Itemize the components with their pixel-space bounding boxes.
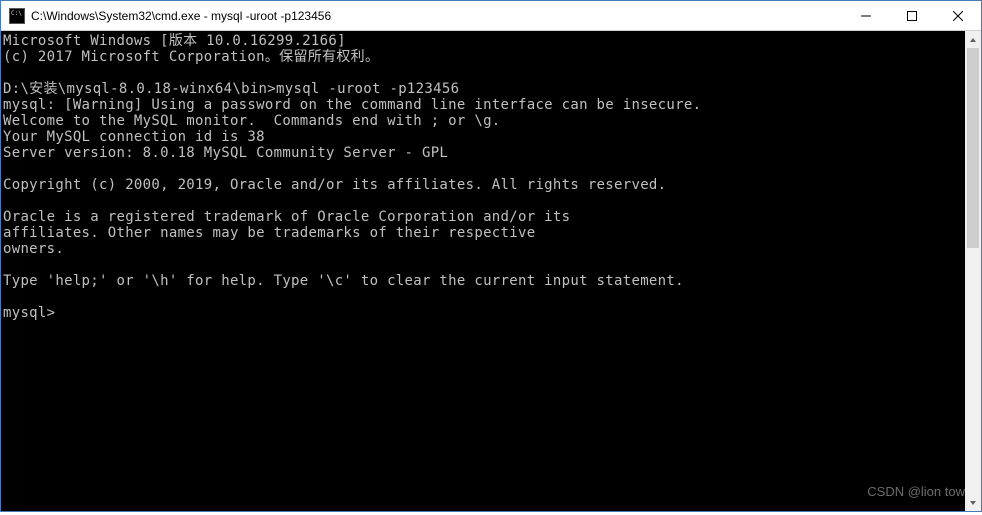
close-button[interactable] [935,1,981,30]
terminal-area: Microsoft Windows [版本 10.0.16299.2166] (… [1,31,981,511]
window-title: C:\Windows\System32\cmd.exe - mysql -uro… [31,9,843,23]
cmd-window: C:\Windows\System32\cmd.exe - mysql -uro… [0,0,982,512]
maximize-button[interactable] [889,1,935,30]
titlebar: C:\Windows\System32\cmd.exe - mysql -uro… [1,1,981,31]
window-controls [843,1,981,30]
cmd-icon [9,8,25,24]
scroll-track[interactable] [965,48,981,494]
scroll-thumb[interactable] [967,48,979,248]
scroll-down-button[interactable] [965,494,981,511]
scroll-up-button[interactable] [965,31,981,48]
vertical-scrollbar[interactable] [965,31,981,511]
minimize-button[interactable] [843,1,889,30]
terminal-output[interactable]: Microsoft Windows [版本 10.0.16299.2166] (… [1,31,965,511]
